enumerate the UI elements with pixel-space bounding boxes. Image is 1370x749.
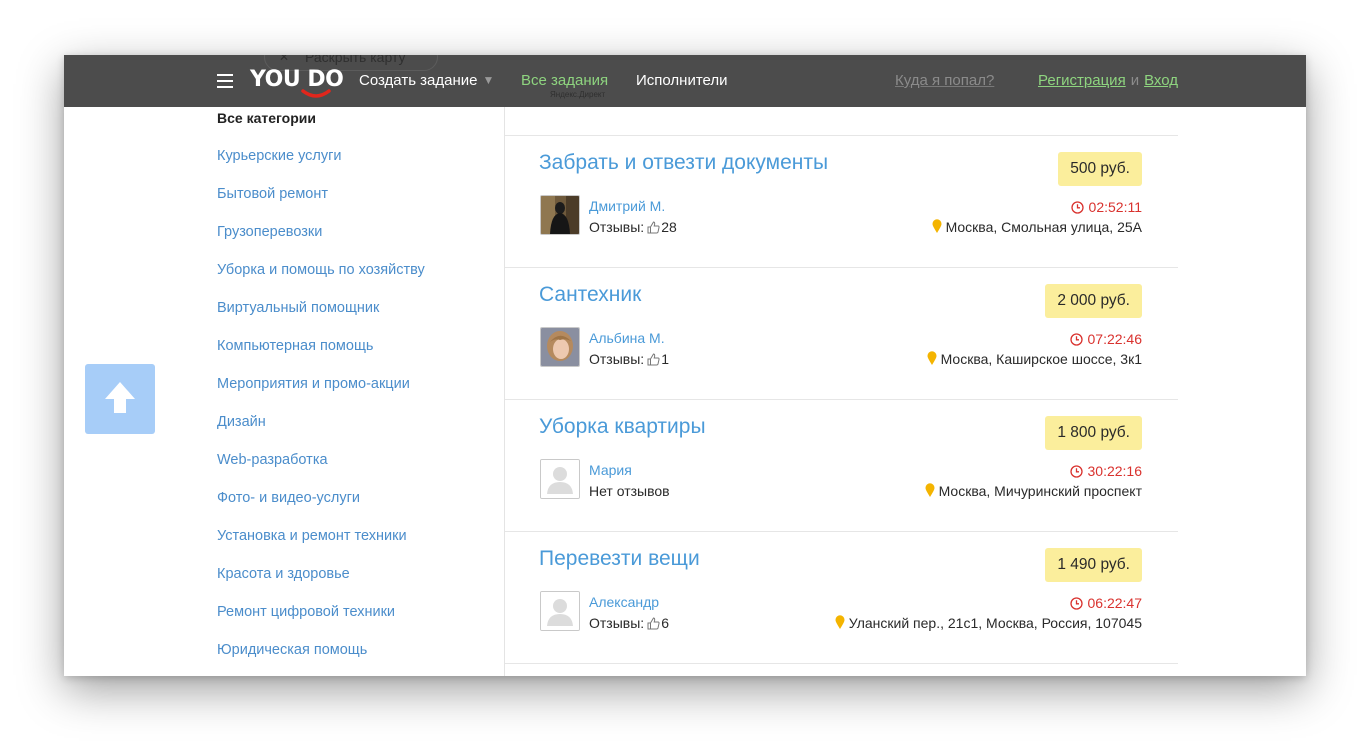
category-item[interactable]: Мероприятия и промо-акции bbox=[217, 376, 425, 414]
create-task-label: Создать задание bbox=[359, 72, 478, 89]
time-value: 30:22:16 bbox=[1087, 463, 1143, 479]
auth-links: Регистрация и Вход bbox=[1038, 72, 1178, 89]
address-text: Москва, Мичуринский проспект bbox=[938, 483, 1142, 499]
user-placeholder-icon bbox=[541, 592, 579, 630]
category-item[interactable]: Юридическая помощь bbox=[217, 642, 425, 676]
reviews-info: Отзывы: 6 bbox=[589, 615, 669, 631]
address-text: Москва, Смольная улица, 25А bbox=[945, 219, 1142, 235]
map-pin-icon bbox=[925, 483, 935, 497]
scroll-to-top-button[interactable] bbox=[85, 364, 155, 434]
task-location: Москва, Мичуринский проспект bbox=[925, 483, 1142, 499]
price-badge: 2 000 руб. bbox=[1045, 284, 1142, 318]
chevron-down-icon: ▼ bbox=[482, 73, 495, 87]
task-title[interactable]: Забрать и отвезти документы bbox=[539, 151, 828, 175]
app-window: ✕ Раскрыть карту YOU DO Создать задание ▼… bbox=[64, 55, 1306, 676]
task-list: Забрать и отвезти документы 500 руб. Дми… bbox=[505, 107, 1306, 676]
menu-icon[interactable] bbox=[217, 74, 233, 88]
nav-all-tasks[interactable]: Все задания bbox=[521, 72, 608, 89]
logo-smile-icon bbox=[301, 89, 331, 98]
category-item[interactable]: Дизайн bbox=[217, 414, 425, 452]
map-pin-icon bbox=[927, 351, 937, 365]
avatar[interactable] bbox=[540, 327, 580, 367]
arrow-up-icon bbox=[105, 382, 135, 413]
category-item[interactable]: Красота и здоровье bbox=[217, 566, 425, 604]
category-item[interactable]: Бытовой ремонт bbox=[217, 186, 425, 224]
user-photo bbox=[541, 196, 579, 234]
task-location: Уланский пер., 21с1, Москва, Россия, 107… bbox=[835, 615, 1142, 631]
address-text: Москва, Каширское шоссе, 3к1 bbox=[940, 351, 1142, 367]
author-name[interactable]: Александр bbox=[589, 594, 659, 610]
category-item[interactable]: Фото- и видео-услуги bbox=[217, 490, 425, 528]
category-item[interactable]: Грузоперевозки bbox=[217, 224, 425, 262]
clock-icon bbox=[1070, 201, 1084, 214]
task-card[interactable]: Перевезти вещи 1 490 руб. Александр Отзы… bbox=[505, 532, 1178, 664]
thumb-up-icon bbox=[647, 617, 660, 630]
category-item[interactable]: Ремонт цифровой техники bbox=[217, 604, 425, 642]
map-pin-icon bbox=[932, 219, 942, 233]
avatar[interactable] bbox=[540, 459, 580, 499]
author-name[interactable]: Дмитрий М. bbox=[589, 198, 665, 214]
all-categories-title[interactable]: Все категории bbox=[217, 110, 316, 126]
task-location: Москва, Каширское шоссе, 3к1 bbox=[927, 351, 1142, 367]
youdo-logo[interactable]: YOU DO bbox=[250, 65, 344, 101]
price-badge: 1 800 руб. bbox=[1045, 416, 1142, 450]
category-list: Курьерские услуги Бытовой ремонт Грузопе… bbox=[217, 148, 425, 676]
task-title[interactable]: Сантехник bbox=[539, 283, 641, 307]
author-name[interactable]: Мария bbox=[589, 462, 632, 478]
reviews-info: Отзывы: 1 bbox=[589, 351, 669, 367]
map-pin-icon bbox=[835, 615, 845, 629]
where-am-i-link[interactable]: Куда я попал? bbox=[895, 72, 994, 89]
avatar[interactable] bbox=[540, 195, 580, 235]
task-title[interactable]: Уборка квартиры bbox=[539, 415, 706, 439]
clock-icon bbox=[1069, 597, 1083, 610]
login-link[interactable]: Вход bbox=[1144, 72, 1178, 89]
category-item[interactable]: Курьерские услуги bbox=[217, 148, 425, 186]
thumb-up-icon bbox=[647, 353, 660, 366]
address-text: Уланский пер., 21с1, Москва, Россия, 107… bbox=[848, 615, 1142, 631]
time-value: 06:22:47 bbox=[1087, 595, 1143, 611]
reviews-count: 28 bbox=[661, 219, 677, 235]
avatar[interactable] bbox=[540, 591, 580, 631]
category-item[interactable]: Компьютерная помощь bbox=[217, 338, 425, 376]
task-location: Москва, Смольная улица, 25А bbox=[932, 219, 1142, 235]
thumb-up-icon bbox=[647, 221, 660, 234]
register-link[interactable]: Регистрация bbox=[1038, 72, 1126, 89]
task-card[interactable]: Забрать и отвезти документы 500 руб. Дми… bbox=[505, 136, 1178, 268]
time-left: 02:52:11 bbox=[1070, 199, 1142, 215]
price-badge: 1 490 руб. bbox=[1045, 548, 1142, 582]
user-placeholder-icon bbox=[541, 460, 579, 498]
author-name[interactable]: Альбина М. bbox=[589, 330, 665, 346]
reviews-label: Отзывы: bbox=[589, 615, 645, 631]
category-sidebar: Все категории Курьерские услуги Бытовой … bbox=[64, 107, 505, 676]
category-item[interactable]: Уборка и помощь по хозяйству bbox=[217, 262, 425, 300]
top-header: ✕ Раскрыть карту YOU DO Создать задание ▼… bbox=[64, 55, 1306, 107]
category-item[interactable]: Установка и ремонт техники bbox=[217, 528, 425, 566]
user-photo bbox=[541, 328, 579, 366]
time-value: 02:52:11 bbox=[1088, 199, 1142, 215]
task-title[interactable]: Перевезти вещи bbox=[539, 547, 700, 571]
reviews-info: Отзывы: 28 bbox=[589, 219, 677, 235]
nav-performers[interactable]: Исполнители bbox=[636, 72, 728, 89]
reviews-label: Отзывы: bbox=[589, 219, 645, 235]
time-value: 07:22:46 bbox=[1087, 331, 1143, 347]
reviews-label: Отзывы: bbox=[589, 351, 645, 367]
category-item[interactable]: Web-разработка bbox=[217, 452, 425, 490]
task-card[interactable]: Уборка квартиры 1 800 руб. Мария Нет отз… bbox=[505, 400, 1178, 532]
clock-icon bbox=[1069, 465, 1083, 478]
clock-icon bbox=[1069, 333, 1083, 346]
time-left: 06:22:47 bbox=[1069, 595, 1143, 611]
reviews-label: Нет отзывов bbox=[589, 483, 670, 499]
ad-label: Яндекс.Директ bbox=[550, 90, 606, 99]
time-left: 07:22:46 bbox=[1069, 331, 1143, 347]
price-badge: 500 руб. bbox=[1058, 152, 1142, 186]
task-card[interactable]: Сантехник 2 000 руб. Альбина М. Отзывы: 1… bbox=[505, 268, 1178, 400]
reviews-count: 6 bbox=[661, 615, 669, 631]
create-task-dropdown[interactable]: Создать задание ▼ bbox=[359, 72, 494, 89]
auth-and-text: и bbox=[1130, 72, 1140, 89]
reviews-count: 1 bbox=[661, 351, 669, 367]
reviews-info: Нет отзывов bbox=[589, 483, 670, 499]
time-left: 30:22:16 bbox=[1069, 463, 1143, 479]
category-item[interactable]: Виртуальный помощник bbox=[217, 300, 425, 338]
